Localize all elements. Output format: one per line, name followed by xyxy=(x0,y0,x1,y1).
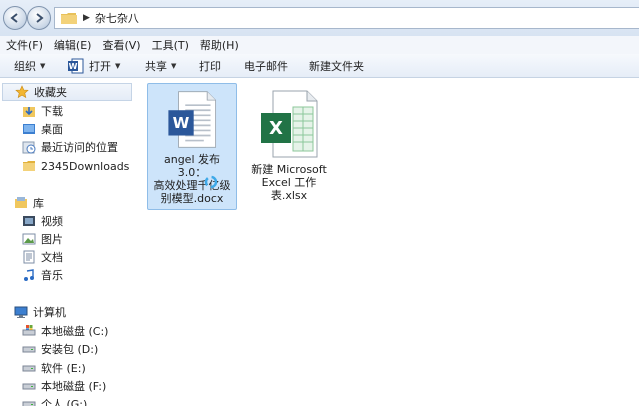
nav-item-label: 图片 xyxy=(41,233,63,246)
svg-text:W: W xyxy=(69,62,78,71)
menu-tools[interactable]: 工具(T) xyxy=(152,37,189,53)
nav-libraries[interactable]: 库 xyxy=(0,194,44,212)
open-label: 打开 xyxy=(89,60,111,73)
nav-item-documents[interactable]: 文档 xyxy=(0,248,63,266)
organize-button[interactable]: 组织 ▼ xyxy=(14,54,45,78)
email-button[interactable]: 电子邮件 xyxy=(244,54,288,78)
nav-favorites[interactable]: 收藏夹 xyxy=(2,83,132,101)
address-box[interactable]: ▶ 杂七杂八 xyxy=(54,7,639,29)
nav-item-label: 下载 xyxy=(41,105,63,118)
excel-workbook-icon: X xyxy=(261,90,318,158)
dropdown-caret-icon: ▼ xyxy=(171,62,177,70)
nav-item-music[interactable]: 音乐 xyxy=(0,266,63,284)
nav-drive-c[interactable]: 本地磁盘 (C:) xyxy=(0,322,108,340)
nav-item-label: 2345Downloads xyxy=(41,159,130,173)
downloads-folder-icon xyxy=(23,107,35,117)
forward-arrow-icon xyxy=(36,13,44,23)
nav-item-label: 个人 (G:) xyxy=(41,398,88,406)
menu-bar: 文件(F) 编辑(E) 查看(V) 工具(T) 帮助(H) xyxy=(0,36,639,54)
share-label: 共享 xyxy=(145,60,167,73)
dropdown-caret-icon: ▼ xyxy=(115,62,121,70)
computer-icon xyxy=(14,306,28,318)
command-toolbar: 组织 ▼ W 打开 ▼ 共享 ▼ 打印 电子邮件 新建文件夹 xyxy=(0,54,639,78)
nav-item-pictures[interactable]: 图片 xyxy=(0,230,63,248)
nav-item-label: 音乐 xyxy=(41,269,63,282)
new-folder-label: 新建文件夹 xyxy=(309,60,364,73)
file-name: angel 发布 3.0： 高效处理千亿级 别模型.docx xyxy=(148,153,236,209)
svg-text:X: X xyxy=(269,118,283,139)
nav-item-label: 视频 xyxy=(41,215,63,228)
nav-item-recent-places[interactable]: 最近访问的位置 xyxy=(0,138,118,156)
word-app-icon: W xyxy=(68,58,84,74)
back-arrow-icon xyxy=(10,13,18,23)
nav-drive-g[interactable]: 个人 (G:) xyxy=(0,395,87,406)
drive-icon xyxy=(22,346,36,353)
recent-places-icon xyxy=(22,141,36,154)
star-icon xyxy=(15,85,29,99)
nav-computer[interactable]: 计算机 xyxy=(0,303,66,321)
nav-item-label: 安装包 (D:) xyxy=(41,343,99,356)
file-name-line: 高效处理千亿级 xyxy=(153,179,231,192)
nav-item-label: 软件 (E:) xyxy=(41,362,86,375)
file-name: 新建 Microsoft Excel 工作表.xlsx xyxy=(244,163,334,206)
desktop-icon xyxy=(23,124,35,134)
library-icon xyxy=(15,197,27,208)
email-label: 电子邮件 xyxy=(244,60,288,73)
nav-favorites-label: 收藏夹 xyxy=(34,86,67,99)
nav-item-label: 本地磁盘 (F:) xyxy=(41,380,107,393)
nav-item-label: 桌面 xyxy=(41,123,63,136)
nav-item-label: 本地磁盘 (C:) xyxy=(41,325,109,338)
organize-label: 组织 xyxy=(14,60,36,73)
file-name-line: Excel 工作表.xlsx xyxy=(261,176,317,202)
file-name-line: 新建 Microsoft xyxy=(251,163,327,176)
file-name-line: 别模型.docx xyxy=(160,192,224,205)
forward-button[interactable] xyxy=(27,6,51,30)
drive-icon xyxy=(22,365,36,372)
nav-item-label: 文档 xyxy=(41,251,63,264)
menu-edit[interactable]: 编辑(E) xyxy=(54,37,92,53)
nav-drive-f[interactable]: 本地磁盘 (F:) xyxy=(0,377,106,395)
file-name-line: angel 发布 3.0： xyxy=(163,153,220,179)
print-label: 打印 xyxy=(199,60,221,73)
windows-drive-icon xyxy=(22,325,36,336)
back-button[interactable] xyxy=(3,6,27,30)
file-tile-xlsx[interactable]: X 新建 Microsoft Excel 工作表.xlsx xyxy=(244,83,334,206)
chevron-right-icon[interactable]: ▶ xyxy=(83,13,90,23)
breadcrumb-current[interactable]: 杂七杂八 xyxy=(95,10,139,26)
nav-item-desktop[interactable]: 桌面 xyxy=(0,120,63,138)
video-icon xyxy=(23,216,35,226)
drive-icon xyxy=(22,383,36,390)
nav-item-videos[interactable]: 视频 xyxy=(0,212,63,230)
navigation-pane: 收藏夹 下载 桌面 最近访问的位置 2345Downloads 库 视频 图片 … xyxy=(0,79,138,406)
open-button[interactable]: W 打开 ▼ xyxy=(68,54,120,78)
pictures-icon xyxy=(22,233,36,245)
nav-item-label: 最近访问的位置 xyxy=(41,141,118,154)
menu-help[interactable]: 帮助(H) xyxy=(200,37,239,53)
music-icon xyxy=(24,269,34,281)
nav-drive-d[interactable]: 安装包 (D:) xyxy=(0,340,98,358)
folder-icon xyxy=(23,161,35,171)
new-folder-button[interactable]: 新建文件夹 xyxy=(309,54,364,78)
menu-file[interactable]: 文件(F) xyxy=(6,37,43,53)
svg-text:W: W xyxy=(173,114,190,132)
file-tile-docx[interactable]: W angel 发布 3.0： 高效处理千亿级 别模型.docx xyxy=(147,83,237,210)
print-button[interactable]: 打印 xyxy=(199,54,221,78)
word-document-icon: W xyxy=(168,91,217,148)
nav-item-2345downloads[interactable]: 2345Downloads xyxy=(0,157,129,175)
menu-view[interactable]: 查看(V) xyxy=(102,37,140,53)
folder-icon xyxy=(61,13,77,24)
documents-icon xyxy=(23,250,35,264)
nav-item-downloads[interactable]: 下载 xyxy=(0,102,63,120)
file-list-area: W angel 发布 3.0： 高效处理千亿级 别模型.docx X 新建 Mi… xyxy=(138,79,639,406)
nav-drive-e[interactable]: 软件 (E:) xyxy=(0,359,86,377)
nav-libraries-label: 库 xyxy=(33,197,44,210)
dropdown-caret-icon: ▼ xyxy=(40,62,46,70)
nav-computer-label: 计算机 xyxy=(33,306,66,319)
busy-cursor-icon xyxy=(204,175,218,189)
drive-icon xyxy=(22,401,36,406)
share-button[interactable]: 共享 ▼ xyxy=(145,54,176,78)
address-bar-region: ▶ 杂七杂八 xyxy=(0,0,639,36)
